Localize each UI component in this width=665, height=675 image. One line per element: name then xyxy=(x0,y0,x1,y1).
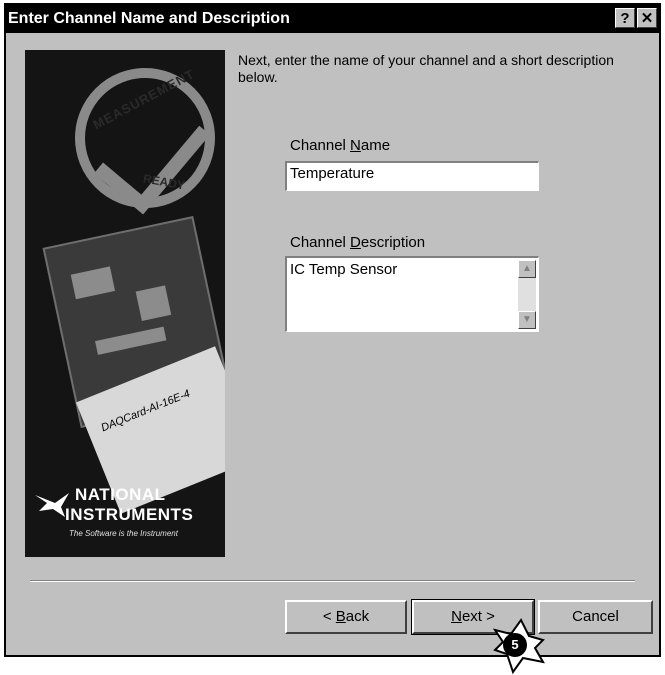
card-label: DAQCard-AI-16E-4 xyxy=(99,387,192,435)
board-chip xyxy=(70,266,116,300)
logo-national: NATIONAL xyxy=(75,485,166,504)
description-scrollbar[interactable]: ▲ ▼ xyxy=(518,260,536,329)
close-button[interactable]: ✕ xyxy=(637,8,657,28)
logo-tagline: The Software is the Instrument xyxy=(69,529,178,538)
label-part: ame xyxy=(360,137,391,154)
label-mnemonic: N xyxy=(350,137,361,154)
button-mnemonic: N xyxy=(451,608,462,625)
label-part: Channel xyxy=(290,137,351,154)
scroll-up-button[interactable]: ▲ xyxy=(518,260,536,278)
board-connector xyxy=(95,326,167,355)
label-part: escription xyxy=(360,234,426,251)
arrow-up-icon: ▲ xyxy=(522,263,532,274)
footer-separator xyxy=(30,580,635,582)
channel-name-label: Channel Name xyxy=(290,137,390,154)
button-text: ext > xyxy=(461,608,495,625)
label-mnemonic: D xyxy=(350,234,361,251)
help-button[interactable]: ? xyxy=(615,8,635,28)
label-part: Channel xyxy=(290,234,351,251)
board-chip xyxy=(135,285,172,321)
channel-name-field[interactable]: Temperature xyxy=(285,161,539,191)
channel-description-value: IC Temp Sensor xyxy=(290,261,398,278)
dialog-title: Enter Channel Name and Description xyxy=(8,10,290,27)
channel-description-label: Channel Description xyxy=(290,234,425,251)
scroll-down-button[interactable]: ▼ xyxy=(518,311,536,329)
title-bar[interactable]: Enter Channel Name and Description ? ✕ xyxy=(6,5,659,33)
cancel-button[interactable]: Cancel xyxy=(538,600,653,634)
logo-instruments: INSTRUMENTS xyxy=(65,505,194,524)
instruction-text: Next, enter the name of your channel and… xyxy=(238,52,614,85)
back-button[interactable]: < Back xyxy=(285,600,407,634)
channel-description-field[interactable]: IC Temp Sensor ▲ ▼ xyxy=(285,256,539,332)
ni-eagle-icon xyxy=(35,493,69,517)
button-mnemonic: B xyxy=(335,608,346,625)
step-number-badge: 5 xyxy=(503,633,527,657)
button-text: < xyxy=(322,608,336,625)
channel-name-value: Temperature xyxy=(290,165,375,182)
arrow-down-icon: ▼ xyxy=(522,314,532,325)
wizard-side-image: MEASUREMENT READY DAQCard-AI-16E-4 NATIO… xyxy=(25,50,225,557)
button-text: ack xyxy=(345,608,370,625)
